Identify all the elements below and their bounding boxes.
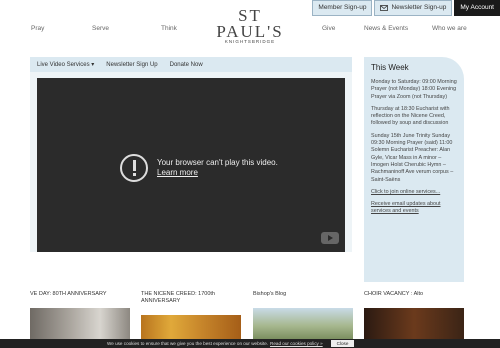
nav-who-we-are[interactable]: Who we are — [432, 25, 467, 32]
tile-ve-day[interactable]: VE DAY: 80TH ANNIVERSARY — [30, 291, 130, 348]
video-section: Your browser can't play this video. Lear… — [30, 72, 352, 252]
nav-serve[interactable]: Serve — [92, 25, 109, 32]
envelope-icon — [380, 5, 389, 11]
nav-give[interactable]: Give — [322, 25, 335, 32]
cookie-message: We use cookies to ensure that we give yo… — [107, 341, 269, 346]
tile-bishops-blog[interactable]: Bishop's Blog — [253, 291, 353, 348]
learn-more-link[interactable]: Learn more — [157, 168, 278, 178]
newsletter-signup-link[interactable]: Newsletter Sign Up — [106, 62, 157, 68]
video-error-text: Your browser can't play this video. — [157, 158, 278, 167]
tile-nicene-creed[interactable]: THE NICENE CREED: 1700th ANNIVERSARY — [141, 291, 241, 348]
tile-choir-vacancy[interactable]: CHOIR VACANCY : Alto — [364, 291, 464, 348]
nav-news-events[interactable]: News & Events — [364, 25, 408, 32]
site-logo[interactable]: ST PAUL'S KNIGHTSBRIDGE — [213, 7, 287, 45]
this-week-title: This Week — [371, 63, 409, 72]
member-signup-button[interactable]: Member Sign-up — [312, 0, 373, 16]
newsletter-signup-label: Newsletter Sign-up — [391, 4, 447, 11]
my-account-label: My Account — [460, 4, 494, 11]
week-sunday-services: Sunday 15th June Trinity Sunday 09:30 Mo… — [371, 132, 454, 183]
cookie-policy-link[interactable]: Read our cookies policy » — [270, 341, 323, 346]
nav-pray[interactable]: Pray — [31, 25, 44, 32]
my-account-button[interactable]: My Account — [454, 0, 500, 16]
youtube-icon[interactable] — [321, 232, 339, 244]
this-week-panel: This Week Monday to Saturday: 09:00 Morn… — [364, 57, 464, 282]
tile-title: CHOIR VACANCY : Alto — [364, 291, 424, 297]
sub-nav: Live Video Services ▾ Newsletter Sign Up… — [30, 57, 352, 72]
member-signup-label: Member Sign-up — [318, 4, 367, 11]
live-video-services-label: Live Video Services — [37, 62, 90, 68]
join-online-services-link[interactable]: Click to join online services... — [371, 189, 440, 195]
cookie-close-button[interactable]: Close — [330, 340, 355, 347]
week-weekday-services: Monday to Saturday: 09:00 Morning Prayer… — [371, 79, 457, 100]
nav-think[interactable]: Think — [161, 25, 177, 32]
video-error-message: Your browser can't play this video. Lear… — [157, 158, 278, 178]
newsletter-signup-button[interactable]: Newsletter Sign-up — [374, 0, 453, 16]
top-bar: Member Sign-up Newsletter Sign-up My Acc… — [310, 0, 500, 16]
week-thursday-eucharist: Thursday at 18:30 Eucharist with reflect… — [371, 105, 450, 127]
error-icon — [120, 154, 148, 182]
video-player[interactable]: Your browser can't play this video. Lear… — [37, 78, 345, 252]
cookie-banner: We use cookies to ensure that we give yo… — [0, 339, 500, 348]
caret-down-icon: ▾ — [91, 62, 95, 68]
donate-now-link[interactable]: Donate Now — [170, 62, 203, 68]
logo-line-2: PAUL'S — [216, 22, 284, 41]
tile-title: THE NICENE CREED: 1700th ANNIVERSARY — [141, 291, 215, 304]
tile-title: Bishop's Blog — [253, 291, 287, 297]
tile-title: VE DAY: 80TH ANNIVERSARY — [30, 291, 107, 297]
email-updates-link[interactable]: Receive email updates about services and… — [371, 201, 441, 214]
live-video-services-menu[interactable]: Live Video Services ▾ — [37, 61, 94, 68]
